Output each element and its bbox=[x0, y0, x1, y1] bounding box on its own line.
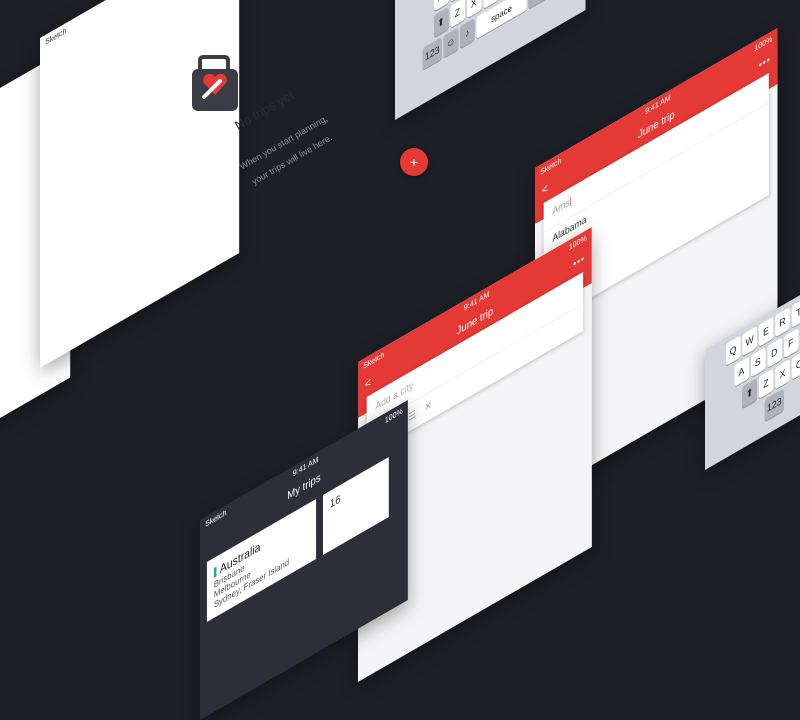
back-icon[interactable]: < bbox=[365, 374, 371, 392]
luggage-heart-icon bbox=[190, 55, 240, 115]
status-bar: Sketch My bbox=[40, 0, 239, 52]
empty-heading: No trips yet bbox=[232, 87, 296, 133]
keyboard: Q W E R T Y U A S D F G H J ⬆ Z X C bbox=[395, 0, 586, 92]
my-trips-screen: Sketch 9:41 AM 100% My trips Australia B… bbox=[200, 400, 408, 720]
more-icon[interactable]: ••• bbox=[573, 252, 585, 270]
add-trip-button[interactable]: + bbox=[400, 148, 428, 176]
mic-key-icon[interactable]: ♪ bbox=[460, 18, 475, 48]
mockup-stage: Sketch 100% Sketch My No trips yet When … bbox=[0, 0, 800, 526]
back-icon[interactable]: < bbox=[542, 180, 548, 198]
trip-color-tag bbox=[214, 566, 217, 577]
cutlery-icon[interactable]: ✕ bbox=[425, 399, 432, 414]
return-key[interactable]: return bbox=[528, 0, 557, 9]
plus-icon: + bbox=[410, 154, 418, 170]
list-icon[interactable]: ☰ bbox=[408, 409, 416, 424]
more-icon[interactable]: ••• bbox=[759, 53, 771, 71]
emoji-key-icon[interactable]: ☺ bbox=[443, 27, 458, 57]
search-query: Ams bbox=[552, 197, 569, 218]
key[interactable]: T bbox=[792, 297, 800, 327]
keyboard-top-panel: Q W E R T Y U A S D F G H J ⬆ Z X C bbox=[395, 0, 586, 120]
status-carrier: Sketch bbox=[45, 25, 66, 46]
key[interactable]: C bbox=[792, 349, 800, 379]
